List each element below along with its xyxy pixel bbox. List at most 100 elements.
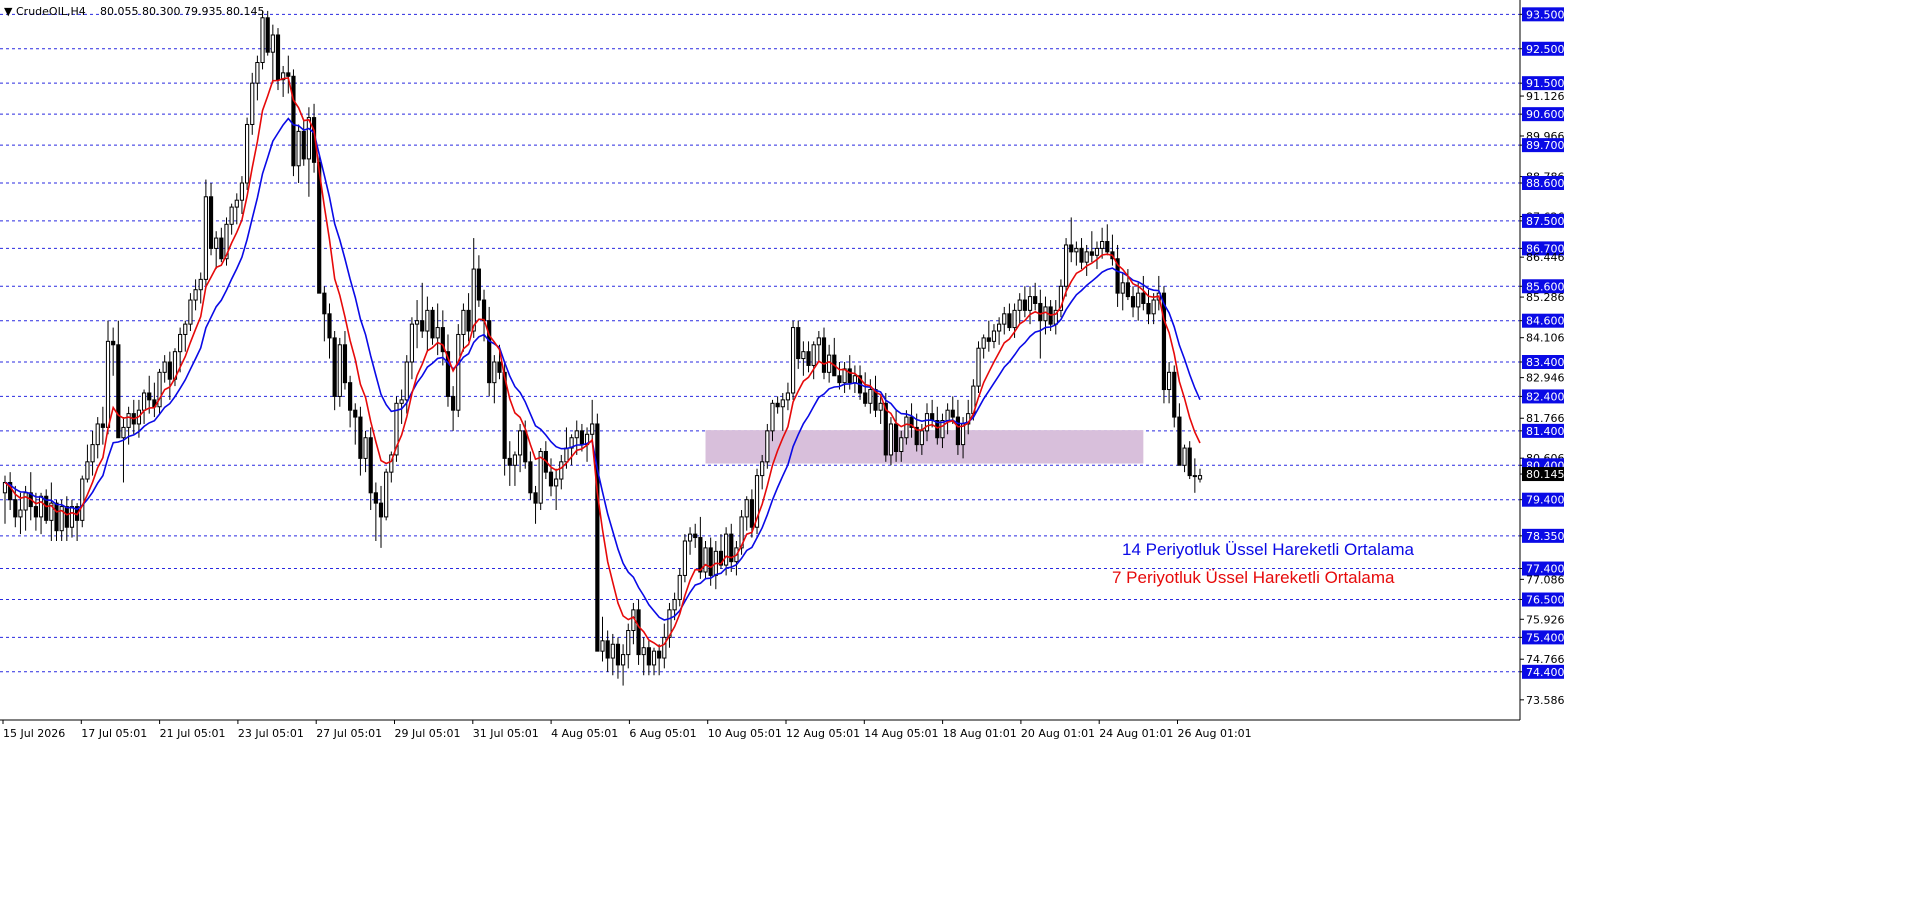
candle — [1110, 234, 1115, 266]
candle-body-bear — [796, 327, 801, 360]
ema14-line[interactable] — [4, 117, 1201, 621]
candle — [1192, 458, 1197, 493]
svg-text:31 Jul 05:01: 31 Jul 05:01 — [473, 727, 539, 740]
svg-text:82.400: 82.400 — [1526, 390, 1565, 403]
collapse-triangle-icon[interactable]: ▼ — [4, 5, 13, 18]
level-price-tag: 78.350 — [1520, 528, 1565, 543]
candle-body-bull — [590, 423, 595, 435]
candle-body-bear — [986, 337, 991, 342]
candle — [765, 423, 770, 469]
candle-body-bull — [85, 461, 90, 480]
time-tick: 17 Jul 05:01 — [80, 720, 147, 740]
chart-header: ▼ CrudeOIL,H4 80.055 80.300 79.935 80.14… — [4, 5, 264, 18]
price-chart[interactable]: 93.50092.50091.50091.12690.60089.96689.7… — [0, 0, 1916, 902]
candle — [95, 417, 100, 459]
candle — [744, 496, 749, 531]
candle-body-bull — [621, 654, 626, 666]
candle — [414, 300, 420, 349]
time-tick: 10 Aug 05:01 — [707, 720, 782, 740]
candle-body-bear — [528, 461, 533, 494]
candle-body-bear — [595, 423, 600, 652]
level-price-tag: 91.500 — [1520, 76, 1565, 91]
candle-body-bull — [239, 182, 245, 201]
candle — [466, 293, 471, 342]
candle-body-bull — [23, 492, 28, 511]
candle-body-bull — [414, 320, 420, 325]
price-axis: 93.50092.50091.50091.12690.60089.96689.7… — [1520, 7, 1565, 707]
candle — [832, 337, 837, 377]
candle-body-bull — [1027, 296, 1033, 311]
time-tick: 31 Jul 05:01 — [472, 720, 539, 740]
candle-body-bear — [657, 650, 662, 659]
candle-body-bear — [1033, 296, 1038, 304]
candle-body-bull — [682, 540, 688, 576]
svg-text:21 Jul 05:01: 21 Jul 05:01 — [160, 727, 226, 740]
candle-body-bull — [1043, 306, 1048, 322]
candle-body-bear — [54, 502, 59, 532]
candle — [167, 351, 172, 400]
candle-body-bear — [847, 368, 852, 384]
support-zone-rect[interactable] — [705, 430, 1144, 464]
time-tick: 4 Aug 05:01 — [550, 720, 618, 740]
svg-text:91.500: 91.500 — [1526, 77, 1565, 90]
candle — [141, 389, 147, 424]
candle-body-bear — [33, 506, 39, 518]
candle-body-bear — [1079, 247, 1084, 263]
candle — [976, 341, 981, 393]
candle — [265, 10, 270, 56]
candle-body-bull — [1136, 292, 1141, 308]
level-price-tag: 93.500 — [1520, 7, 1565, 21]
candle-body-bull — [399, 399, 404, 404]
candle — [966, 399, 971, 435]
candle — [790, 320, 796, 400]
svg-text:75.400: 75.400 — [1526, 631, 1565, 644]
candle — [363, 430, 368, 473]
candle-body-bear — [1146, 302, 1151, 315]
candle — [420, 282, 425, 338]
candle-body-bull — [121, 426, 126, 439]
candle — [852, 365, 857, 393]
candle — [250, 72, 255, 135]
level-price-tag: 76.500 — [1520, 592, 1565, 607]
candle-body-bull — [559, 461, 564, 480]
candle-body-bull — [18, 509, 23, 518]
candle-body-bear — [327, 313, 332, 339]
candle — [183, 320, 188, 352]
candle — [203, 179, 208, 287]
svg-text:88.600: 88.600 — [1526, 177, 1565, 190]
candle-body-bear — [420, 320, 425, 332]
candle — [667, 602, 672, 648]
candle-body-bull — [337, 344, 342, 397]
candle — [775, 396, 780, 414]
candle-body-bear — [1022, 299, 1027, 311]
candle — [883, 392, 888, 462]
candle — [1105, 224, 1110, 256]
candle-body-bear — [533, 492, 538, 504]
candle — [100, 406, 105, 445]
svg-text:86.446: 86.446 — [1526, 251, 1565, 264]
candle — [1033, 282, 1038, 311]
svg-text:90.600: 90.600 — [1526, 108, 1565, 121]
candle-body-bull — [677, 574, 682, 601]
candle-body-bear — [332, 337, 337, 397]
candle — [590, 399, 595, 442]
svg-text:18 Aug 01:01: 18 Aug 01:01 — [943, 727, 1017, 740]
candle-body-bull — [981, 337, 986, 349]
candle-body-bull — [296, 130, 301, 167]
candle-body-bull — [852, 375, 857, 384]
candle-body-bear — [863, 392, 868, 404]
svg-text:26 Aug 01:01: 26 Aug 01:01 — [1178, 727, 1252, 740]
candle — [425, 296, 430, 352]
candle — [873, 375, 878, 418]
candle — [507, 441, 512, 486]
candle — [1053, 300, 1058, 335]
svg-text:15 Jul 2026: 15 Jul 2026 — [3, 727, 65, 740]
candle-body-bear — [208, 196, 214, 249]
svg-text:29 Jul 05:01: 29 Jul 05:01 — [395, 727, 461, 740]
candle — [481, 289, 487, 342]
candle — [554, 468, 559, 511]
candle — [332, 331, 337, 411]
candle-body-bull — [435, 327, 440, 339]
candle-body-bull — [105, 340, 111, 428]
candle — [337, 337, 342, 407]
